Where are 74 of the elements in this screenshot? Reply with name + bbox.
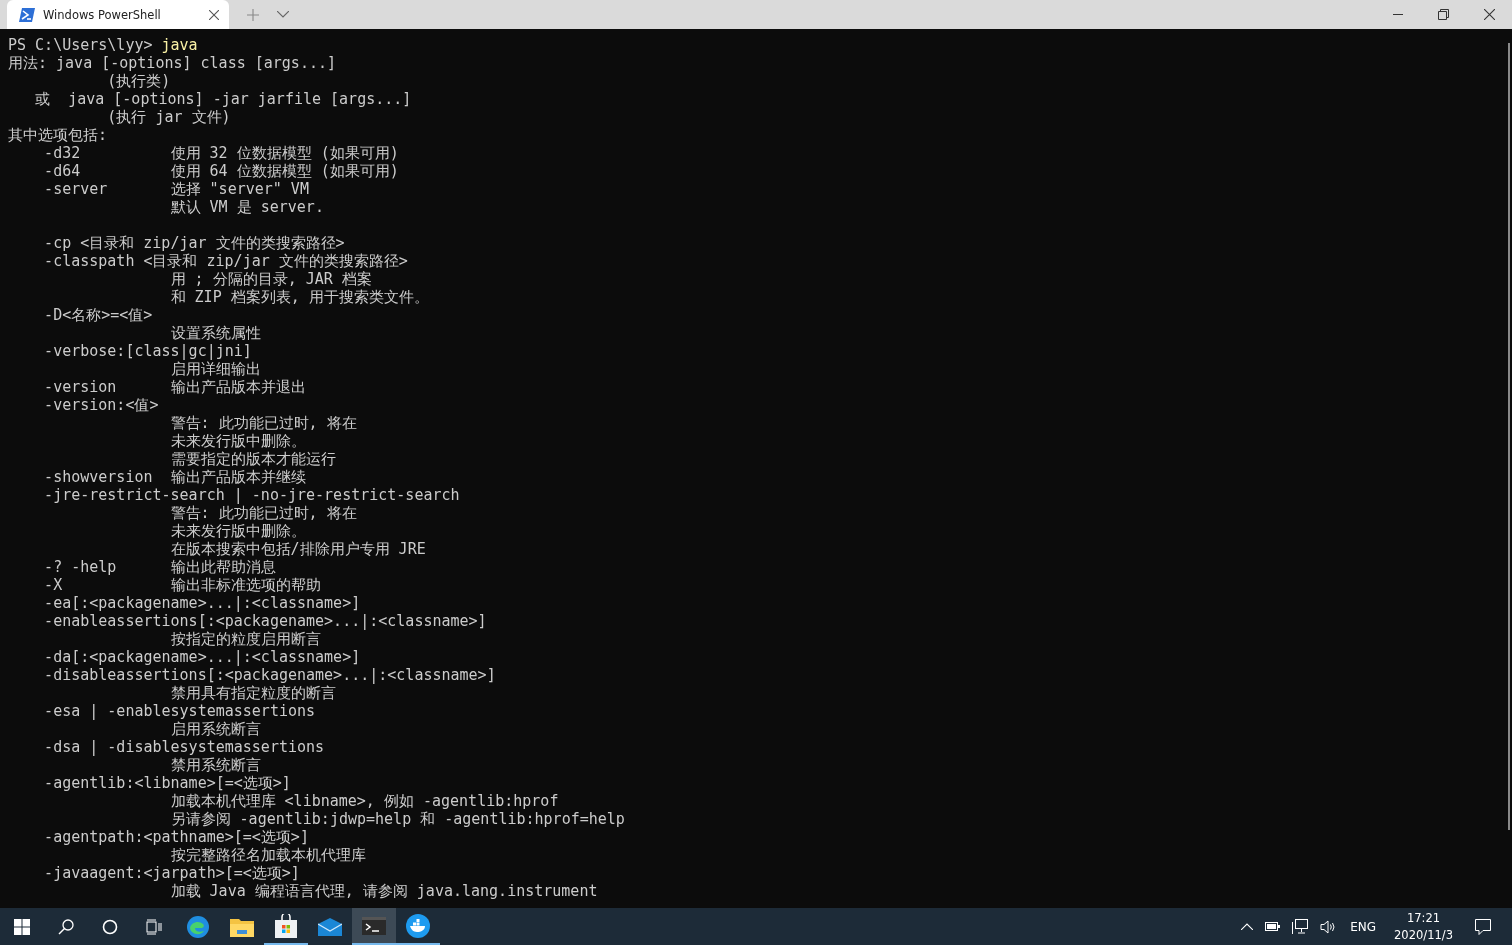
terminal-tab[interactable]: Windows PowerShell <box>7 0 229 29</box>
speaker-icon[interactable] <box>1320 919 1337 934</box>
whale-icon <box>406 913 430 938</box>
output-line: 按完整路径名加载本机代理库 <box>169 846 366 864</box>
folder-icon <box>230 916 254 937</box>
output-line: 和 ZIP 档案列表, 用于搜索类文件。 <box>169 288 429 306</box>
output-line: 启用详细输出 <box>169 360 261 378</box>
output-line: 或 java [-options] -jar jarfile [args...] <box>34 90 412 108</box>
output-line: 加载本机代理库 <libname>, 例如 -agentlib:hprof <box>169 792 559 810</box>
output-line: 加载 Java 编程语言代理, 请参阅 java.lang.instrument <box>169 882 598 900</box>
restore-icon[interactable] <box>1438 9 1449 20</box>
output-line: -jre-restrict-search | -no-jre-restrict-search <box>43 486 460 504</box>
chevron-down-icon[interactable] <box>277 11 289 18</box>
output-line: 用法: java [-options] class [args...] <box>8 54 336 72</box>
powershell-icon <box>19 7 35 22</box>
output-line: 默认 VM 是 server. <box>169 198 324 216</box>
output-line: (执行 jar 文件) <box>106 108 231 126</box>
output-line: -version 输出产品版本并退出 <box>43 378 306 396</box>
search-icon <box>58 918 74 935</box>
output-line: -showversion 输出产品版本并继续 <box>43 468 306 486</box>
shopping-bag-icon <box>275 913 297 938</box>
output-line: 未来发行版中删除。 <box>169 432 306 450</box>
output-line: -javaagent:<jarpath>[=<选项>] <box>43 864 300 882</box>
notification-icon[interactable] <box>1475 918 1491 935</box>
battery-icon[interactable] <box>1265 922 1281 931</box>
scrollbar[interactable] <box>1508 43 1510 830</box>
output-line: 在版本搜索中包括/排除用户专用 JRE <box>169 540 426 558</box>
output-line: -d32 使用 32 位数据模型 (如果可用) <box>43 144 399 162</box>
output-line: (执行类) <box>106 72 171 90</box>
output-line: 禁用具有指定粒度的断言 <box>169 684 336 702</box>
output-line: -D<名称>=<值> <box>43 306 153 324</box>
output-line: 用 ; 分隔的目录, JAR 档案 <box>169 270 372 288</box>
output-line: -? -help 输出此帮助消息 <box>43 558 276 576</box>
output-line: 禁用系统断言 <box>169 756 261 774</box>
close-icon[interactable] <box>1484 9 1495 20</box>
output-line: -ea[:<packagename>...|:<classname>] <box>43 594 361 612</box>
task-view-icon <box>146 918 162 935</box>
edge-icon <box>186 914 210 939</box>
terminal-icon <box>362 916 386 935</box>
close-icon[interactable] <box>209 9 219 20</box>
output-line: -agentlib:<libname>[=<选项>] <box>43 774 291 792</box>
output-line: -enableassertions[:<packagename>...|:<classname>] <box>43 612 487 630</box>
output-line: -da[:<packagename>...|:<classname>] <box>43 648 361 666</box>
output-line: -cp <目录和 zip/jar 文件的类搜索路径> <box>43 234 345 252</box>
output-line: 按指定的粒度启用断言 <box>169 630 321 648</box>
output-line: 未来发行版中删除。 <box>169 522 306 540</box>
output-line: -X 输出非标准选项的帮助 <box>43 576 321 594</box>
output-line: 需要指定的版本才能运行 <box>169 450 336 468</box>
output-line: 设置系统属性 <box>169 324 261 342</box>
output-line: -server 选择 "server" VM <box>43 180 309 198</box>
envelope-icon <box>318 917 342 936</box>
output-line: 警告: 此功能已过时, 将在 <box>169 414 357 432</box>
time-text: 17:21 <box>1406 909 1441 927</box>
output-line: -agentpath:<pathname>[=<选项>] <box>43 828 309 846</box>
output-line: -d64 使用 64 位数据模型 (如果可用) <box>43 162 399 180</box>
output-line: 其中选项包括: <box>8 126 108 144</box>
output-line: -classpath <目录和 zip/jar 文件的类搜索路径> <box>43 252 408 270</box>
output-line: 警告: 此功能已过时, 将在 <box>169 504 357 522</box>
date-text: 2020/11/3 <box>1394 926 1453 944</box>
output-line: -version:<值> <box>43 396 159 414</box>
output-line: 另请参阅 -agentlib:jdwp=help 和 -agentlib:hprof=help <box>169 810 625 828</box>
output-line: -esa | -enablesystemassertions <box>43 702 316 720</box>
windows-icon <box>14 918 30 935</box>
output-line: -verbose:[class|gc|jni] <box>43 342 252 360</box>
command-line: PS C:\Users\lyy> java <box>8 36 198 54</box>
output-line: -dsa | -disablesystemassertions <box>43 738 325 756</box>
circle-icon <box>102 918 118 935</box>
output-line: 启用系统断言 <box>169 720 261 738</box>
clock[interactable]: 17:21 2020/11/3 <box>1394 909 1453 944</box>
taskbar-app[interactable] <box>352 908 396 945</box>
chevron-up-icon[interactable] <box>1241 923 1254 930</box>
network-icon[interactable] <box>1292 919 1309 934</box>
language-indicator[interactable]: ENG <box>1350 919 1377 934</box>
output-line: -disableassertions[:<packagename>...|:<classname>] <box>43 666 496 684</box>
